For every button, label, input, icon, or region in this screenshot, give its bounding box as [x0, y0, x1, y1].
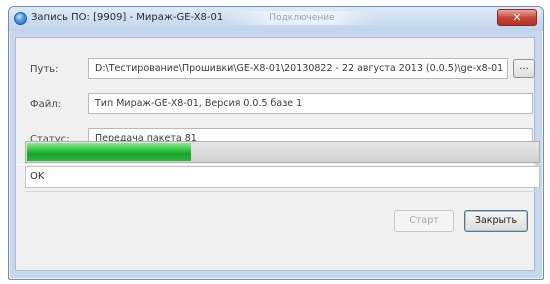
progress-bar-fill: [27, 143, 191, 161]
close-button[interactable]: Закрыть: [464, 210, 528, 232]
close-icon: ✕: [512, 11, 522, 24]
start-button[interactable]: Старт: [394, 210, 454, 232]
progress-bar: [25, 141, 540, 163]
window-close-button[interactable]: ✕: [497, 9, 537, 26]
path-field[interactable]: D:\Тестирование\Прошивки\GE-X8-01\201308…: [88, 58, 508, 79]
path-label: Путь:: [30, 64, 59, 75]
title-bar[interactable]: Запись ПО: [9909] - Мираж-GE-X8-01 Подкл…: [9, 7, 543, 31]
window-title: Запись ПО: [9909] - Мираж-GE-X8-01: [31, 12, 224, 23]
dialog-window: Запись ПО: [9909] - Мираж-GE-X8-01 Подкл…: [8, 6, 544, 280]
divider: [16, 164, 536, 165]
file-label: Файл:: [30, 99, 61, 110]
footer-divider: [25, 191, 540, 192]
log-output: OK: [25, 166, 540, 188]
background-window-title-text: Подключение: [269, 13, 335, 23]
file-field[interactable]: Тип Мираж-GE-X8-01, Версия 0.0.5 базе 1: [88, 93, 533, 114]
app-icon: [14, 12, 27, 25]
background-window-title: Подключение: [227, 11, 377, 25]
browse-button[interactable]: ...: [513, 59, 535, 78]
